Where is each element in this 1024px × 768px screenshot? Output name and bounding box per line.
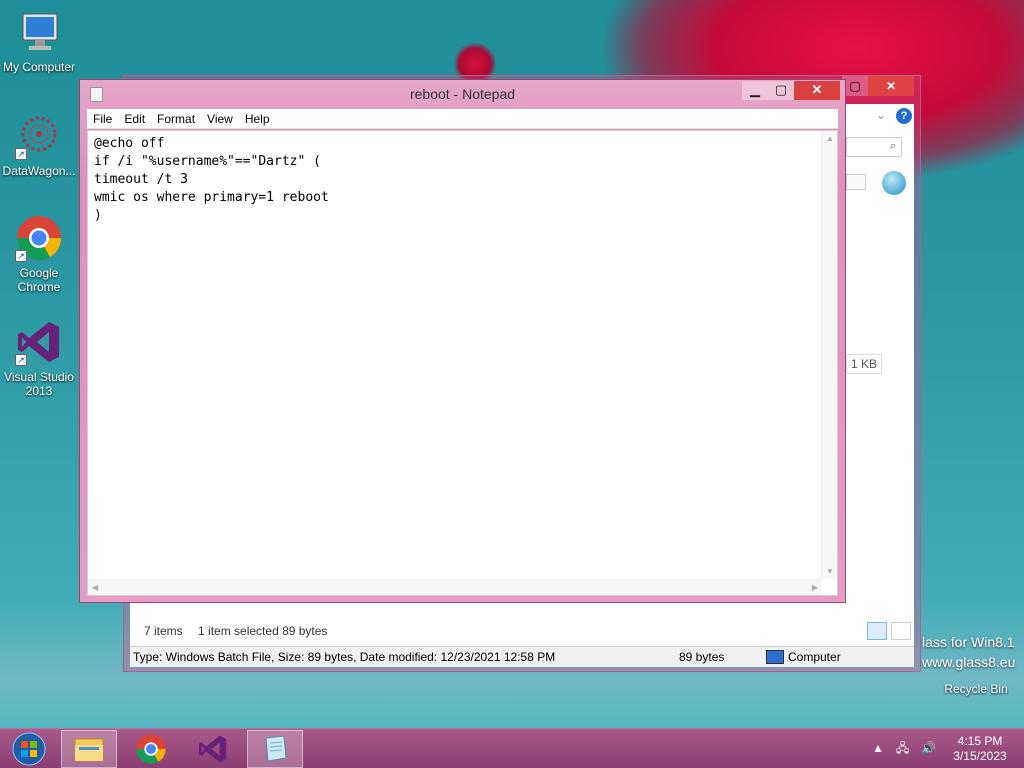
- menu-edit[interactable]: Edit: [118, 109, 151, 129]
- details-view-icon[interactable]: [867, 622, 887, 640]
- help-icon[interactable]: ?: [896, 108, 912, 124]
- desktop-icon-my-computer[interactable]: My Computer: [0, 8, 78, 74]
- glass-watermark: lass for Win8.1 www.glass8.eu: [922, 632, 1015, 672]
- menu-bar: File Edit Format View Help: [87, 109, 838, 129]
- text-editor[interactable]: @echo off if /i "%username%"=="Dartz" ( …: [87, 130, 838, 596]
- network-icon[interactable]: 🖧: [896, 741, 909, 755]
- window-title: reboot - Notepad: [409, 86, 516, 102]
- scroll-down-icon[interactable]: ▼: [826, 567, 834, 576]
- desktop-icon-google-chrome[interactable]: ↗ Google Chrome: [0, 214, 78, 294]
- volume-icon[interactable]: 🔊: [921, 741, 936, 755]
- menu-file[interactable]: File: [87, 109, 118, 129]
- desktop-icon-label: Visual Studio 2013: [4, 370, 74, 398]
- scroll-left-icon[interactable]: ◀: [92, 583, 98, 592]
- visual-studio-icon: ↗: [15, 318, 63, 366]
- details-location: Computer: [788, 650, 841, 664]
- shortcut-arrow-icon: ↗: [15, 250, 27, 262]
- chevron-down-icon[interactable]: ⌄: [876, 108, 886, 122]
- taskbar-visual-studio[interactable]: [185, 730, 241, 768]
- close-button[interactable]: ✕: [794, 81, 840, 100]
- desktop-icon-label: My Computer: [2, 60, 76, 74]
- chrome-icon: [136, 734, 166, 764]
- taskbar-file-explorer[interactable]: [61, 730, 117, 768]
- selection-info: 1 item selected 89 bytes: [198, 624, 328, 638]
- watermark-line2: www.glass8.eu: [922, 654, 1016, 670]
- glass-theme-icon: [882, 171, 906, 195]
- scroll-right-icon[interactable]: ▶: [812, 583, 818, 592]
- system-tray: ▲ 🖧 🔊: [872, 739, 948, 760]
- recycle-bin-label: Recycle Bin: [944, 682, 1008, 696]
- notepad-icon: [265, 735, 287, 762]
- chrome-icon: ↗: [15, 214, 63, 262]
- show-hidden-icons-icon[interactable]: ▲: [872, 741, 884, 755]
- desktop-icon-label: DataWagon...: [2, 164, 76, 178]
- menu-help[interactable]: Help: [239, 109, 276, 129]
- editor-content[interactable]: @echo off if /i "%username%"=="Dartz" ( …: [94, 135, 818, 575]
- view-options-icon[interactable]: [846, 174, 866, 190]
- desktop-icon-datawagon[interactable]: ↗ DataWagon...: [0, 112, 78, 178]
- item-count: 7 items: [144, 624, 183, 638]
- desktop-icon-recycle-bin[interactable]: Recycle Bin: [934, 682, 1018, 696]
- desktop-icon-visual-studio[interactable]: ↗ Visual Studio 2013: [0, 318, 78, 398]
- taskbar: ▲ 🖧 🔊 4:15 PM 3/15/2023: [0, 728, 1024, 768]
- start-button[interactable]: [0, 730, 58, 768]
- explorer-details-bar: Type: Windows Batch File, Size: 89 bytes…: [130, 646, 914, 667]
- explorer-status: 7 items 1 item selected 89 bytes: [144, 624, 339, 638]
- maximize-button[interactable]: ▢: [768, 81, 794, 100]
- vertical-scrollbar[interactable]: ▲ ▼: [821, 131, 837, 579]
- clock-date: 3/15/2023: [953, 749, 1007, 763]
- details-type: Type: Windows Batch File, Size: 89 bytes…: [133, 650, 556, 664]
- large-icons-view-icon[interactable]: [891, 622, 911, 640]
- folder-icon: [74, 738, 104, 762]
- explorer-close-button[interactable]: ✕: [868, 76, 914, 96]
- shortcut-arrow-icon: ↗: [15, 148, 27, 160]
- search-icon: ⌕: [889, 140, 896, 152]
- menu-view[interactable]: View: [201, 109, 239, 129]
- wallpaper-flower-bud: [455, 40, 495, 80]
- minimize-button[interactable]: ▁: [742, 81, 768, 100]
- file-size-cell: 1 KB: [846, 354, 882, 374]
- notepad-window[interactable]: reboot - Notepad ▁ ▢ ✕ File Edit Format Vie…: [79, 79, 846, 603]
- clock-time: 4:15 PM: [957, 734, 1003, 748]
- datawagon-icon: ↗: [15, 112, 63, 160]
- windows-orb-icon: [12, 732, 46, 766]
- details-size: 89 bytes: [679, 650, 725, 664]
- explorer-search-box[interactable]: ⌕: [846, 137, 902, 157]
- taskbar-chrome[interactable]: [123, 730, 179, 768]
- horizontal-scrollbar[interactable]: ◀ ▶: [88, 579, 822, 595]
- computer-icon: [15, 8, 63, 56]
- computer-icon: [766, 650, 784, 664]
- menu-format[interactable]: Format: [151, 109, 201, 129]
- desktop-icon-label: Google Chrome: [17, 266, 61, 294]
- shortcut-arrow-icon: ↗: [15, 354, 27, 366]
- visual-studio-icon: [199, 735, 227, 763]
- taskbar-notepad[interactable]: [247, 730, 303, 768]
- clock[interactable]: 4:15 PM 3/15/2023: [948, 734, 1012, 764]
- watermark-line1: lass for Win8.1: [922, 634, 1015, 650]
- scroll-up-icon[interactable]: ▲: [826, 134, 834, 143]
